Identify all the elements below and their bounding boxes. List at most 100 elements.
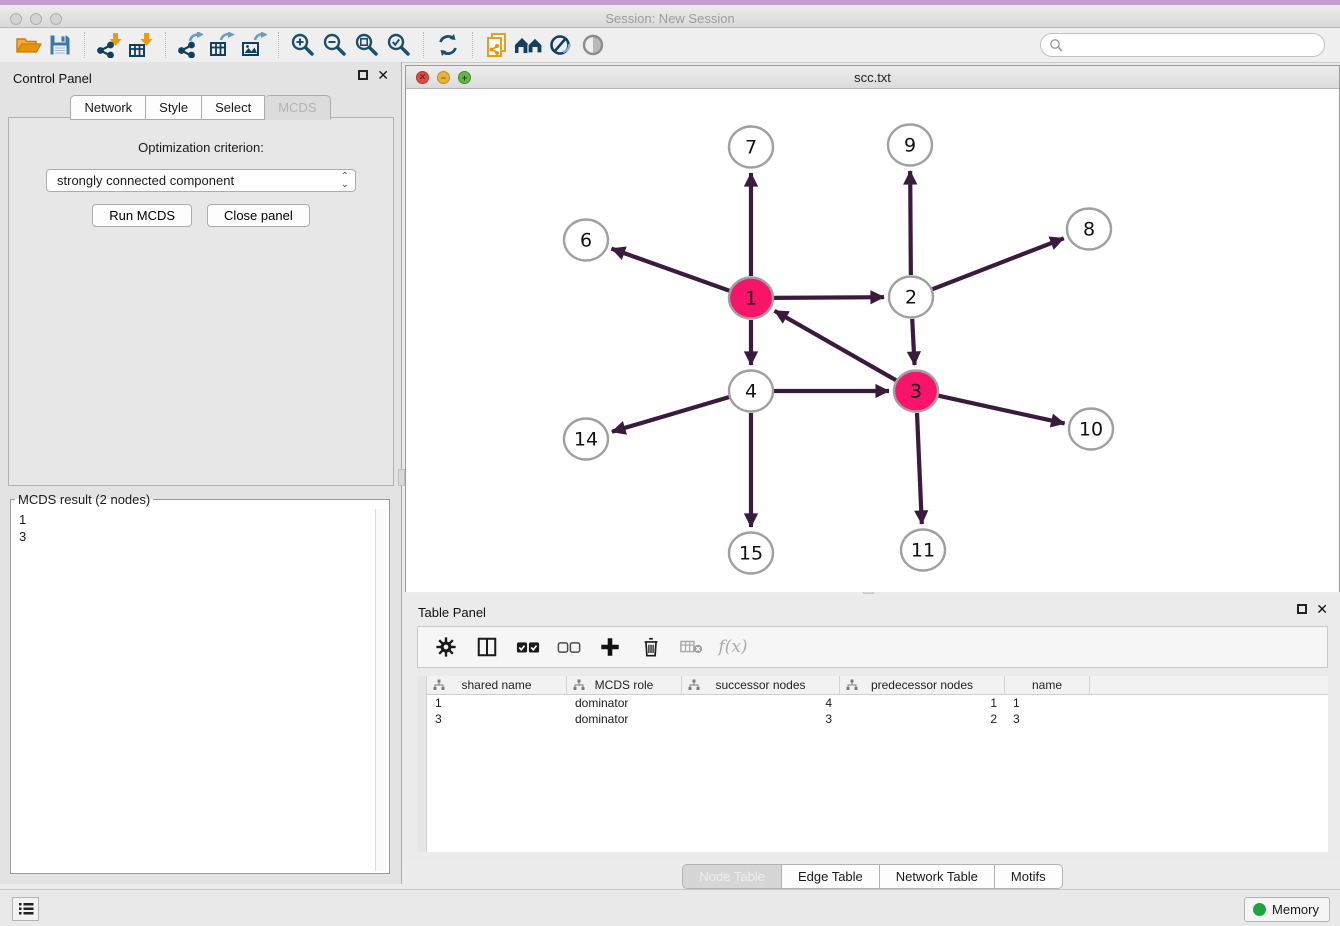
- close-panel-icon[interactable]: ✕: [377, 70, 389, 80]
- graph-edge-3-1[interactable]: [775, 311, 896, 380]
- refresh-layout-button[interactable]: [432, 30, 464, 60]
- show-all-networks-button[interactable]: [513, 30, 545, 60]
- tab-motifs[interactable]: Motifs: [995, 864, 1063, 889]
- cell-successor-nodes[interactable]: 3: [682, 712, 840, 726]
- save-session-button[interactable]: [44, 30, 76, 60]
- graph-edge-2-8[interactable]: [932, 238, 1063, 289]
- table-type-tabs: Node Table Edge Table Network Table Moti…: [405, 864, 1340, 889]
- column-header-predecessor-nodes[interactable]: predecessor nodes: [840, 676, 1005, 694]
- search-input[interactable]: [1040, 33, 1325, 57]
- deselect-all-rows-button[interactable]: [557, 635, 581, 659]
- cell-shared-name[interactable]: 3: [427, 712, 567, 726]
- export-network-button[interactable]: [174, 30, 206, 60]
- memory-button[interactable]: Memory: [1244, 897, 1330, 922]
- export-image-button[interactable]: [238, 30, 270, 60]
- table-row[interactable]: 3 dominator 3 2 3: [427, 711, 1328, 727]
- mcds-result-box: MCDS result (2 nodes) 1 3: [10, 492, 390, 874]
- delete-rows-button[interactable]: [639, 635, 663, 659]
- tab-select[interactable]: Select: [202, 95, 265, 120]
- float-panel-icon[interactable]: [358, 70, 368, 80]
- zoom-selected-icon: [386, 32, 412, 58]
- show-columns-button[interactable]: [475, 635, 499, 659]
- graph-edge-1-2[interactable]: [774, 297, 884, 298]
- float-table-panel-icon[interactable]: [1297, 604, 1307, 614]
- cell-successor-nodes[interactable]: 4: [682, 696, 840, 710]
- export-table-button[interactable]: [206, 30, 238, 60]
- control-panel-tabs: Network Style Select MCDS: [0, 95, 401, 120]
- cell-mcds-role[interactable]: dominator: [567, 712, 682, 726]
- close-panel-button[interactable]: Close panel: [207, 204, 310, 227]
- column-header-shared-name[interactable]: shared name: [427, 676, 567, 694]
- import-table-button[interactable]: [125, 30, 157, 60]
- cell-mcds-role[interactable]: dominator: [567, 696, 682, 710]
- select-all-rows-button[interactable]: [516, 635, 540, 659]
- toolbar-separator: [423, 32, 424, 58]
- graph-node-10[interactable]: 10: [1069, 409, 1113, 450]
- optimization-criterion-select[interactable]: strongly connected component ⌃⌄: [46, 169, 356, 192]
- run-mcds-button[interactable]: Run MCDS: [92, 204, 192, 227]
- tab-network[interactable]: Network: [70, 95, 146, 120]
- graph-edge-3-11[interactable]: [917, 413, 922, 524]
- graph-node-15[interactable]: 15: [729, 533, 773, 574]
- toolbar-separator: [278, 32, 279, 58]
- tab-edge-table[interactable]: Edge Table: [782, 864, 880, 889]
- control-panel: Control Panel ✕ Network Style Select MCD…: [0, 62, 402, 884]
- column-header-name[interactable]: name: [1005, 676, 1090, 694]
- graph-node-14[interactable]: 14: [564, 419, 608, 460]
- network-canvas[interactable]: 1 2 3 4 6 7 8 9 10 11 14 15: [406, 89, 1339, 592]
- graph-edge-2-9[interactable]: [910, 171, 911, 275]
- zoom-out-icon: [322, 32, 348, 58]
- cell-name[interactable]: 3: [1005, 712, 1090, 726]
- tab-style[interactable]: Style: [146, 95, 202, 120]
- graph-node-8[interactable]: 8: [1067, 209, 1111, 250]
- graph-node-1[interactable]: 1: [729, 278, 773, 319]
- graph-node-11[interactable]: 11: [901, 530, 945, 571]
- graph-node-4[interactable]: 4: [729, 371, 773, 412]
- column-header-mcds-role[interactable]: MCDS role: [567, 676, 682, 694]
- tab-mcds[interactable]: MCDS: [265, 95, 330, 120]
- fit-content-button[interactable]: [351, 30, 383, 60]
- network-window-titlebar[interactable]: ✕ − + scc.txt: [406, 66, 1339, 89]
- zoom-selected-button[interactable]: [383, 30, 415, 60]
- hide-graphics-details-button[interactable]: [545, 30, 577, 60]
- graph-edge-3-10[interactable]: [938, 396, 1064, 424]
- cell-predecessor-nodes[interactable]: 2: [840, 712, 1005, 726]
- zoom-out-button[interactable]: [319, 30, 351, 60]
- graph-node-2[interactable]: 2: [889, 277, 933, 318]
- toolbar-separator: [472, 32, 473, 58]
- clone-network-icon: [484, 32, 510, 58]
- graph-node-9[interactable]: 9: [888, 125, 932, 166]
- cell-name[interactable]: 1: [1005, 696, 1090, 710]
- open-session-button[interactable]: [12, 30, 44, 60]
- table-panel-title: Table Panel: [418, 605, 486, 620]
- graph-edge-2-3[interactable]: [912, 319, 914, 365]
- result-scrollbar[interactable]: [375, 509, 387, 871]
- vertical-split-handle[interactable]: [398, 469, 405, 486]
- tab-node-table[interactable]: Node Table: [682, 864, 782, 889]
- trash-icon: [640, 636, 662, 658]
- table-settings-button[interactable]: [434, 635, 458, 659]
- cell-predecessor-nodes[interactable]: 1: [840, 696, 1005, 710]
- clone-network-button[interactable]: [481, 30, 513, 60]
- graph-node-3[interactable]: 3: [894, 371, 938, 412]
- column-tree-icon: [846, 679, 858, 691]
- search-icon: [1049, 38, 1064, 53]
- graph-node-6[interactable]: 6: [564, 220, 608, 261]
- graph-edge-4-14[interactable]: [612, 397, 729, 432]
- mcds-result-text[interactable]: 1 3: [13, 509, 375, 871]
- table-row[interactable]: 1 dominator 4 1 1: [427, 695, 1328, 711]
- graph-node-7[interactable]: 7: [729, 127, 773, 168]
- network-graph[interactable]: 1 2 3 4 6 7 8 9 10 11 14 15: [406, 89, 1339, 592]
- tab-network-table[interactable]: Network Table: [880, 864, 995, 889]
- graph-edge-1-6[interactable]: [611, 249, 729, 291]
- add-row-button[interactable]: [598, 635, 622, 659]
- column-header-successor-nodes[interactable]: successor nodes: [682, 676, 840, 694]
- show-graphics-details-button[interactable]: [577, 30, 609, 60]
- task-history-button[interactable]: [12, 897, 39, 921]
- cell-shared-name[interactable]: 1: [427, 696, 567, 710]
- fit-content-icon: [354, 32, 380, 58]
- close-table-panel-icon[interactable]: ✕: [1316, 604, 1328, 614]
- import-network-button[interactable]: [93, 30, 125, 60]
- control-panel-title: Control Panel: [13, 71, 92, 86]
- zoom-in-button[interactable]: [287, 30, 319, 60]
